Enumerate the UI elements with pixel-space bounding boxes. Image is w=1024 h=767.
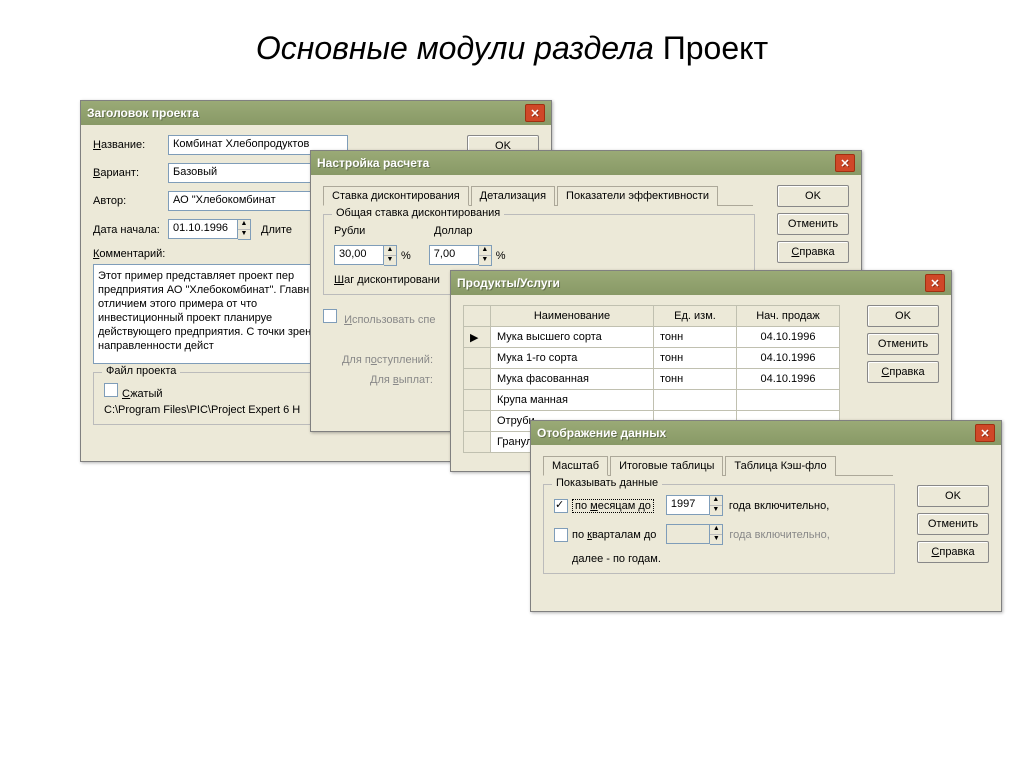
- titlebar[interactable]: Отображение данных ✕: [531, 421, 1001, 445]
- window-title: Настройка расчета: [317, 156, 429, 170]
- date-spinner[interactable]: 01.10.1996 ▲▼: [168, 219, 251, 240]
- tabs: Ставка дисконтирования Детализация Показ…: [323, 185, 753, 206]
- tab-scale[interactable]: Масштаб: [543, 456, 608, 476]
- incl-label: года включительно,: [729, 500, 829, 512]
- date-label: Дата начала:: [93, 224, 168, 236]
- further-label: далее - по годам.: [572, 553, 884, 565]
- slide-title: Основные модули раздела Проект: [0, 0, 1024, 87]
- close-icon[interactable]: ✕: [925, 274, 945, 292]
- table-row: Крупа манная: [464, 390, 840, 411]
- inflow-label: Для поступлений:: [323, 354, 439, 366]
- cancel-button[interactable]: Отменить: [917, 513, 989, 535]
- by-month-label: по месяцам до: [572, 499, 654, 513]
- ok-button[interactable]: OK: [867, 305, 939, 327]
- cancel-button[interactable]: Отменить: [777, 213, 849, 235]
- tab-summary[interactable]: Итоговые таблицы: [610, 456, 723, 476]
- help-button[interactable]: Справка: [917, 541, 989, 563]
- col-unit[interactable]: Ед. изм.: [654, 306, 737, 327]
- tab-cashflow[interactable]: Таблица Кэш-фло: [725, 456, 835, 476]
- file-group-label: Файл проекта: [102, 365, 180, 377]
- show-data-group: Показывать данные: [552, 477, 662, 489]
- help-button[interactable]: Справка: [777, 241, 849, 263]
- tab-discount-rate[interactable]: Ставка дисконтирования: [323, 186, 469, 206]
- titlebar[interactable]: Заголовок проекта ✕: [81, 101, 551, 125]
- close-icon[interactable]: ✕: [525, 104, 545, 122]
- usespec-label: Использовать спе: [344, 314, 435, 326]
- variant-label: Вариант:: [93, 167, 168, 179]
- by-quarter-label: по кварталам до: [572, 529, 656, 541]
- tab-efficiency[interactable]: Показатели эффективности: [557, 186, 718, 206]
- window-title: Продукты/Услуги: [457, 276, 560, 290]
- rub-spinner[interactable]: 30,00 ▲▼: [334, 245, 397, 266]
- author-label: Автор:: [93, 195, 168, 207]
- year-spinner[interactable]: 1997 ▲▼: [666, 495, 723, 516]
- data-display-window: Отображение данных ✕ OK Отменить Справка…: [530, 420, 1002, 612]
- quarter-year-spinner[interactable]: ▲▼: [666, 524, 723, 545]
- close-icon[interactable]: ✕: [975, 424, 995, 442]
- dol-label: Доллар: [434, 225, 534, 237]
- cancel-button[interactable]: Отменить: [867, 333, 939, 355]
- outflow-label: Для выплат:: [323, 374, 439, 386]
- ok-button[interactable]: OK: [917, 485, 989, 507]
- by-month-checkbox[interactable]: [554, 499, 568, 513]
- table-row: ▶Мука высшего сортатонн04.10.1996: [464, 327, 840, 348]
- name-label: ННазвание:азвание:: [93, 139, 168, 151]
- tabs: Масштаб Итоговые таблицы Таблица Кэш-фло: [543, 455, 893, 476]
- discount-group-label: Общая ставка дисконтирования: [332, 207, 504, 219]
- window-title: Заголовок проекта: [87, 106, 199, 120]
- tab-detail[interactable]: Детализация: [471, 186, 555, 206]
- spin-down-icon[interactable]: ▼: [238, 230, 250, 239]
- col-name[interactable]: Наименование: [491, 306, 654, 327]
- usespec-checkbox[interactable]: [323, 309, 337, 323]
- dol-spinner[interactable]: 7,00 ▲▼: [429, 245, 492, 266]
- by-quarter-checkbox[interactable]: [554, 528, 568, 542]
- table-row: Мука фасованнаятонн04.10.1996: [464, 369, 840, 390]
- incl-gray-label: года включительно,: [729, 529, 829, 541]
- rub-label: Рубли: [334, 225, 434, 237]
- titlebar[interactable]: Настройка расчета ✕: [311, 151, 861, 175]
- col-start[interactable]: Нач. продаж: [737, 306, 840, 327]
- spin-up-icon[interactable]: ▲: [238, 220, 250, 230]
- close-icon[interactable]: ✕: [835, 154, 855, 172]
- table-row: Мука 1-го сортатонн04.10.1996: [464, 348, 840, 369]
- titlebar[interactable]: Продукты/Услуги ✕: [451, 271, 951, 295]
- ok-button[interactable]: OK: [777, 185, 849, 207]
- window-title: Отображение данных: [537, 426, 666, 440]
- duration-label: Длите: [261, 224, 292, 236]
- help-button[interactable]: Справка: [867, 361, 939, 383]
- compressed-checkbox[interactable]: [104, 383, 118, 397]
